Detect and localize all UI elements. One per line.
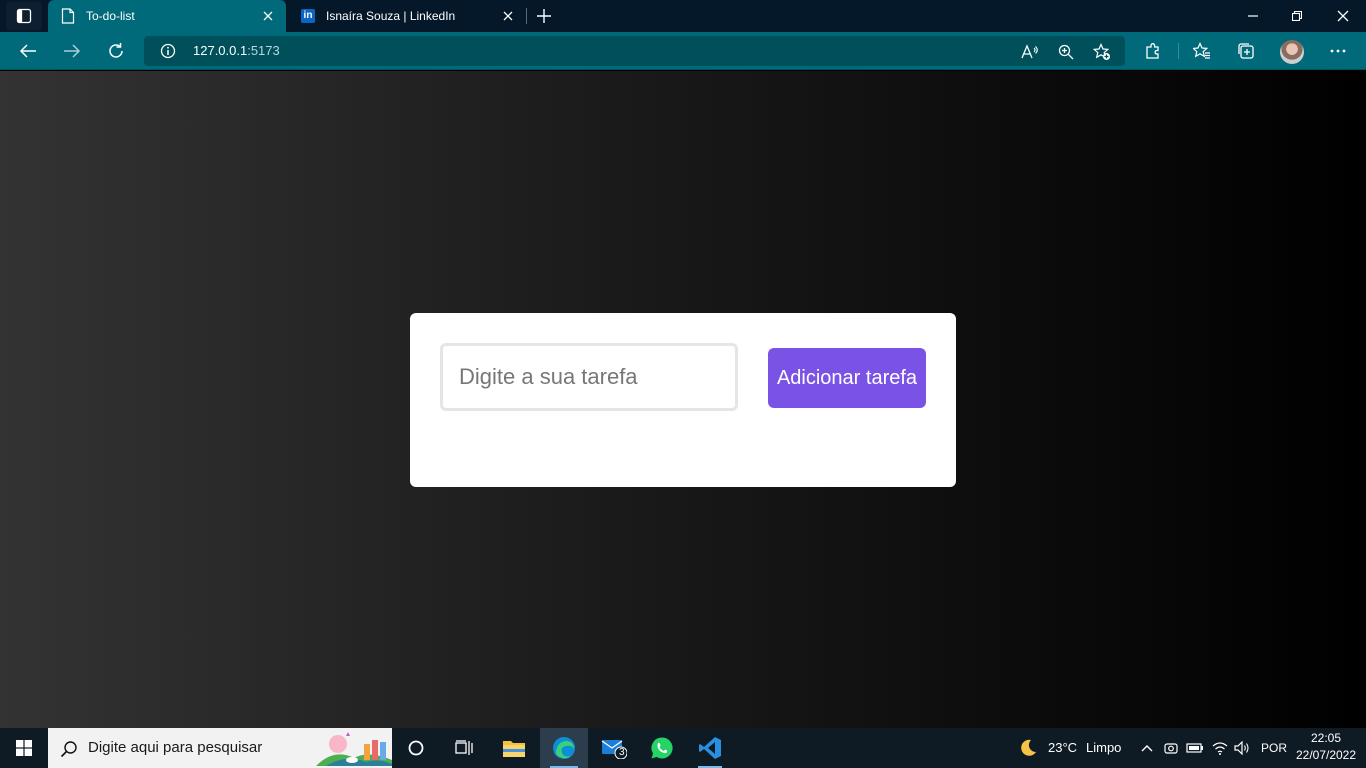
cortana-button[interactable]	[396, 728, 436, 768]
task-view-icon	[455, 740, 473, 755]
wifi-icon	[1212, 742, 1228, 755]
more-horizontal-icon	[1330, 49, 1346, 53]
collections-button[interactable]	[1231, 36, 1261, 66]
browser-tab-bar: To-do-list in Isnaíra Souza | LinkedIn	[0, 0, 1366, 32]
refresh-button[interactable]	[101, 36, 131, 66]
plus-icon	[537, 9, 551, 23]
speaker-icon	[1234, 741, 1249, 755]
url-host: 127.0.0.1	[193, 43, 248, 58]
search-placeholder: Digite aqui para pesquisar	[88, 739, 263, 756]
battery-tray-button[interactable]	[1184, 728, 1206, 768]
tab-to-do-list[interactable]: To-do-list	[48, 0, 286, 32]
close-window-button[interactable]	[1320, 0, 1366, 32]
collections-icon	[1238, 43, 1254, 59]
extensions-button[interactable]	[1138, 36, 1168, 66]
page-icon	[60, 8, 76, 24]
weather-condition[interactable]: Limpo	[1086, 728, 1121, 768]
restore-icon	[1292, 11, 1302, 21]
settings-more-button[interactable]	[1323, 36, 1353, 66]
clock-date: 22/07/2022	[1295, 748, 1357, 762]
close-tab-icon[interactable]	[260, 8, 276, 24]
linkedin-icon: in	[300, 8, 316, 24]
windows-taskbar: Digite aqui para pesquisar 3 23°C Limpo …	[0, 728, 1366, 768]
read-aloud-icon	[1021, 44, 1038, 59]
moon-icon	[1021, 739, 1036, 756]
tab-separator	[526, 8, 527, 24]
favorites-button[interactable]	[1187, 36, 1217, 66]
mail-badge: 3	[619, 747, 625, 758]
tab-title: To-do-list	[86, 9, 135, 23]
whatsapp-icon	[651, 737, 673, 759]
read-aloud-button[interactable]	[1021, 43, 1039, 61]
puzzle-icon	[1146, 43, 1159, 59]
volume-tray-button[interactable]	[1232, 728, 1252, 768]
camera-tray-button[interactable]	[1162, 728, 1180, 768]
add-task-button[interactable]: Adicionar tarefa	[768, 348, 926, 408]
toolbar-separator	[1178, 43, 1179, 59]
search-icon	[60, 741, 77, 758]
address-bar[interactable]: 127.0.0.1:5173	[144, 36, 1125, 66]
url-text[interactable]: 127.0.0.1:5173	[193, 36, 280, 66]
arrow-right-icon	[64, 44, 81, 58]
chevron-up-icon	[1141, 745, 1153, 752]
refresh-icon	[109, 43, 123, 58]
whatsapp-button[interactable]	[640, 728, 684, 768]
new-tab-button[interactable]	[533, 4, 555, 28]
camera-icon	[1164, 743, 1178, 754]
file-explorer-button[interactable]	[492, 728, 536, 768]
windows-icon	[16, 740, 32, 756]
input-language[interactable]: POR	[1261, 728, 1287, 768]
forward-button[interactable]	[57, 36, 87, 66]
tab-linkedin[interactable]: in Isnaíra Souza | LinkedIn	[288, 0, 526, 32]
network-tray-button[interactable]	[1210, 728, 1230, 768]
tab-actions-icon	[16, 8, 32, 24]
close-icon	[1337, 10, 1349, 22]
minimize-icon	[1248, 15, 1258, 17]
folder-icon	[503, 741, 525, 757]
tab-title: Isnaíra Souza | LinkedIn	[326, 9, 456, 23]
weather-temperature[interactable]: 23°C	[1048, 728, 1077, 768]
clock-time: 22:05	[1310, 731, 1342, 745]
cortana-circle-icon	[408, 740, 424, 756]
back-button[interactable]	[13, 36, 43, 66]
start-button[interactable]	[0, 728, 48, 768]
url-port: :5173	[247, 43, 280, 58]
close-tab-icon[interactable]	[500, 8, 516, 24]
vscode-button[interactable]	[688, 728, 732, 768]
mail-button[interactable]: 3	[592, 728, 636, 768]
todo-card: Adicionar tarefa	[410, 313, 956, 487]
page-viewport: Adicionar tarefa	[0, 71, 1366, 728]
info-icon[interactable]	[160, 43, 176, 59]
tab-actions-button[interactable]	[6, 2, 42, 30]
task-input[interactable]	[440, 343, 738, 411]
minimize-button[interactable]	[1230, 0, 1276, 32]
favorites-icon	[1193, 42, 1210, 59]
task-view-button[interactable]	[444, 728, 484, 768]
edge-icon	[553, 737, 575, 759]
profile-avatar[interactable]	[1280, 40, 1304, 64]
weather-button[interactable]	[1014, 728, 1042, 768]
browser-toolbar: 127.0.0.1:5173	[0, 32, 1366, 70]
restore-button[interactable]	[1274, 0, 1320, 32]
taskbar-clock[interactable]: 22:05 22/07/2022	[1290, 730, 1362, 764]
zoom-button[interactable]	[1057, 43, 1075, 61]
arrow-left-icon	[19, 44, 36, 58]
taskbar-search-box[interactable]: Digite aqui para pesquisar	[48, 728, 392, 768]
edge-taskbar-button[interactable]	[540, 728, 588, 768]
battery-icon	[1186, 743, 1203, 753]
add-favorite-button[interactable]	[1093, 43, 1111, 61]
search-highlight-illustration	[316, 732, 392, 766]
zoom-in-icon	[1058, 44, 1074, 60]
vscode-icon	[699, 737, 721, 759]
star-add-icon	[1093, 43, 1110, 60]
show-hidden-icons-button[interactable]	[1138, 728, 1156, 768]
